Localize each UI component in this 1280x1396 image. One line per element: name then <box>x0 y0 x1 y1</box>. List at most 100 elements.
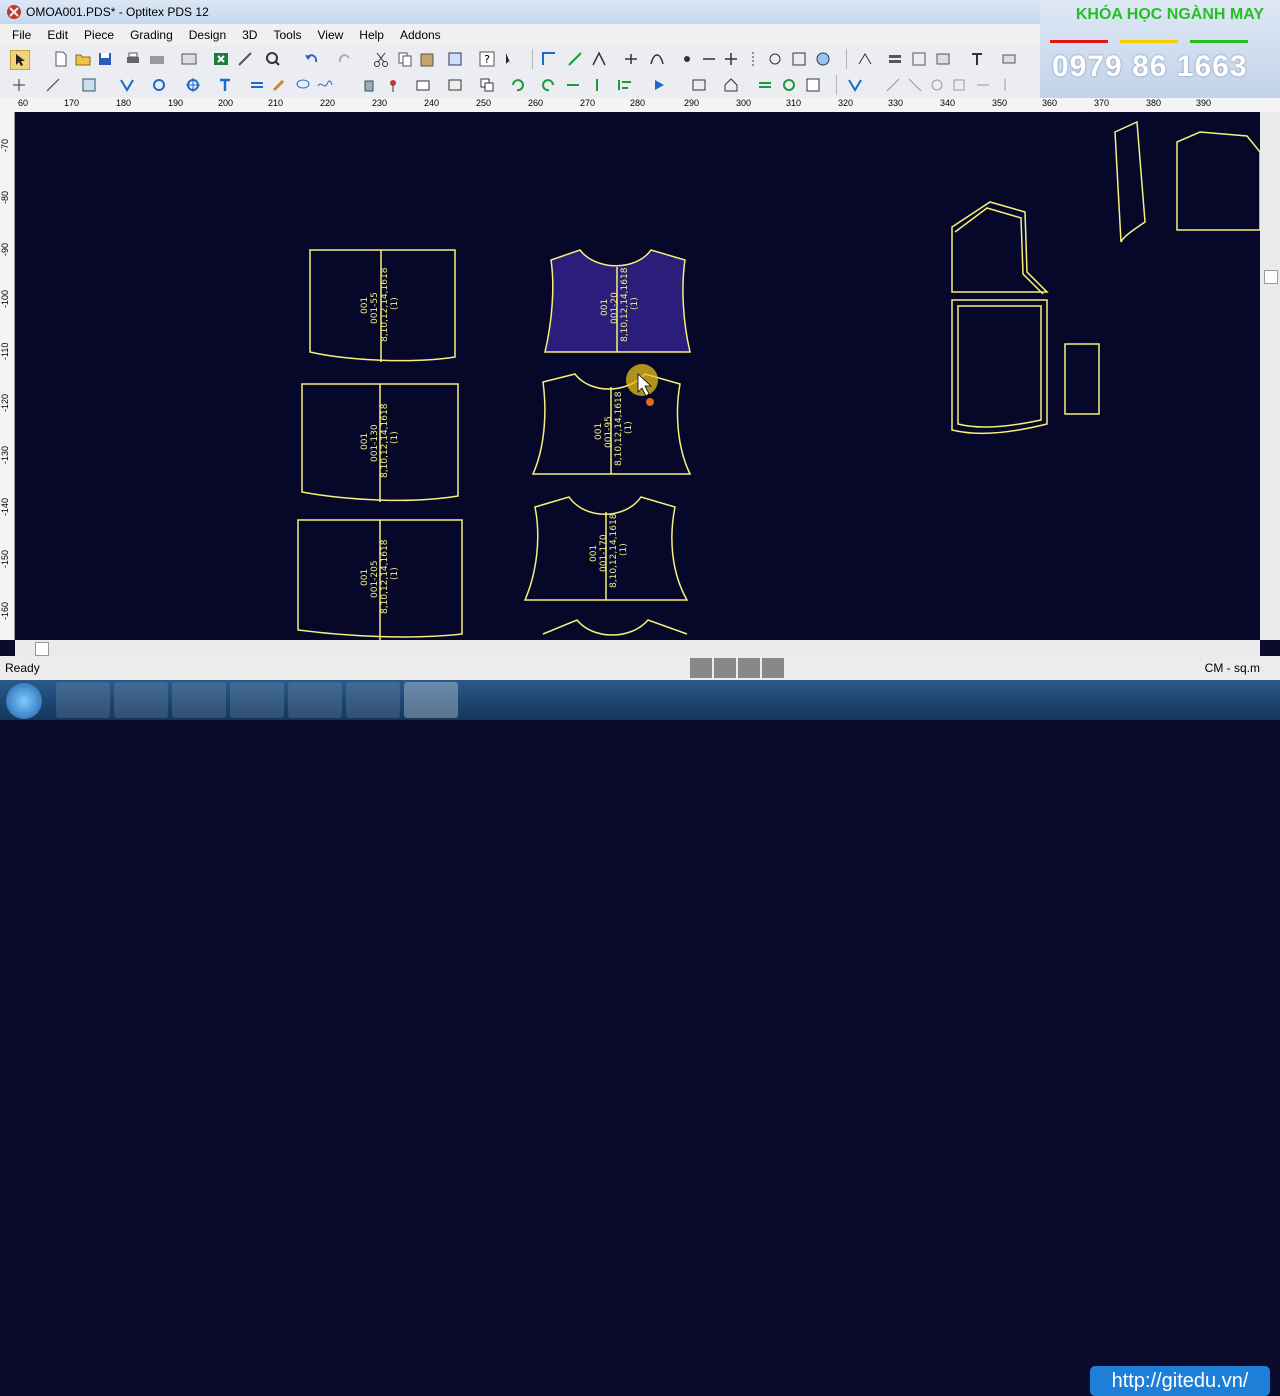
dart-tool-icon[interactable] <box>590 50 608 68</box>
rectangle-tool-icon[interactable] <box>540 50 558 68</box>
menu-help[interactable]: Help <box>351 28 392 42</box>
copy-icon[interactable] <box>396 50 414 68</box>
line-tool-icon[interactable] <box>566 50 584 68</box>
house-icon[interactable] <box>722 76 740 94</box>
grade-tool-5-icon[interactable] <box>974 76 992 94</box>
horizontal-scroll-thumb[interactable] <box>35 642 49 656</box>
piece-tool-icon[interactable] <box>414 76 432 94</box>
target-tool-icon[interactable] <box>184 76 202 94</box>
split-tool-icon[interactable] <box>700 50 718 68</box>
start-button-icon[interactable] <box>6 683 42 719</box>
grade-tool-2-icon[interactable] <box>906 76 924 94</box>
pencil-tool-icon[interactable] <box>270 76 288 94</box>
cut-icon[interactable] <box>372 50 390 68</box>
select-arrow-icon[interactable] <box>10 50 30 70</box>
folder-app-icon[interactable] <box>230 682 284 718</box>
grade-tool-3-icon[interactable] <box>928 76 946 94</box>
undo-icon[interactable] <box>302 50 320 68</box>
add-point-icon[interactable] <box>722 50 740 68</box>
align-icon[interactable] <box>616 76 634 94</box>
marker-icon[interactable] <box>934 50 952 68</box>
circle-tool-icon[interactable] <box>150 76 168 94</box>
flip-h-icon[interactable] <box>564 76 582 94</box>
tool-end-icon[interactable] <box>1000 50 1018 68</box>
swap-tool-icon[interactable] <box>248 76 266 94</box>
chrome-app-icon[interactable] <box>114 682 168 718</box>
plot-icon[interactable] <box>148 50 166 68</box>
open-folder-icon[interactable] <box>74 50 92 68</box>
rotate-icon[interactable] <box>766 50 784 68</box>
nested-pieces-right[interactable] <box>951 120 1260 435</box>
status-mode-icons[interactable] <box>690 658 786 678</box>
rotate-right-icon[interactable] <box>540 76 558 94</box>
text-tool-icon[interactable] <box>216 76 234 94</box>
new-file-icon[interactable] <box>52 50 70 68</box>
export-icon[interactable] <box>804 76 822 94</box>
snap-tool-icon[interactable] <box>44 76 62 94</box>
point-tool-icon[interactable] <box>678 50 696 68</box>
save-icon[interactable] <box>96 50 114 68</box>
duplicate-icon[interactable] <box>478 76 496 94</box>
grid-tool-icon[interactable] <box>80 76 98 94</box>
toolbar-separator <box>836 75 837 95</box>
curve-tool-icon[interactable] <box>648 50 666 68</box>
menu-3d[interactable]: 3D <box>234 28 265 42</box>
refresh-icon[interactable] <box>780 76 798 94</box>
grade-tool-6-icon[interactable] <box>996 76 1014 94</box>
node-tool-icon[interactable] <box>10 76 28 94</box>
tool-t-icon[interactable] <box>968 50 986 68</box>
menu-edit[interactable]: Edit <box>39 28 76 42</box>
play-icon[interactable] <box>650 76 668 94</box>
menu-view[interactable]: View <box>309 28 351 42</box>
redo-icon[interactable] <box>336 50 354 68</box>
menu-tools[interactable]: Tools <box>265 28 309 42</box>
yellow-dash <box>1120 40 1178 43</box>
measure-icon[interactable] <box>236 50 254 68</box>
mirror-icon[interactable] <box>744 50 762 68</box>
frame-icon[interactable] <box>690 76 708 94</box>
layout-icon[interactable] <box>180 50 198 68</box>
flip-v-icon[interactable] <box>588 76 606 94</box>
help-icon[interactable]: ? <box>478 50 496 68</box>
menu-design[interactable]: Design <box>181 28 234 42</box>
menu-piece[interactable]: Piece <box>76 28 122 42</box>
fold-tool-icon[interactable] <box>118 76 136 94</box>
seam-icon[interactable] <box>790 50 808 68</box>
vertical-scroll-thumb[interactable] <box>1264 270 1278 284</box>
pin-icon[interactable] <box>384 76 402 94</box>
explorer-app-icon[interactable] <box>56 682 110 718</box>
menu-addons[interactable]: Addons <box>392 28 449 42</box>
pattern-piece-bodice-4-partial[interactable] <box>542 619 688 636</box>
globe-icon[interactable] <box>814 50 832 68</box>
horizontal-scrollbar[interactable] <box>15 640 1260 656</box>
design-canvas[interactable]: 001 001-55 8,10,12,14,1618 (1) 001 001-1… <box>15 112 1260 640</box>
app-green-icon[interactable] <box>172 682 226 718</box>
print-icon[interactable] <box>124 50 142 68</box>
nest-icon[interactable] <box>910 50 928 68</box>
pattern-tool-icon[interactable] <box>446 76 464 94</box>
pattern-drawing[interactable]: 001 001-55 8,10,12,14,1618 (1) 001 001-1… <box>15 112 1260 640</box>
grade-tool-1-icon[interactable] <box>884 76 902 94</box>
paste-icon[interactable] <box>418 50 436 68</box>
zoom-icon[interactable] <box>264 50 282 68</box>
stack-icon[interactable] <box>886 50 904 68</box>
grade-nest-icon[interactable] <box>846 76 864 94</box>
context-help-icon[interactable] <box>502 50 520 68</box>
notch-tool-icon[interactable] <box>622 50 640 68</box>
rotate-left-icon[interactable] <box>508 76 526 94</box>
menu-file[interactable]: File <box>0 28 39 42</box>
vertical-scrollbar[interactable] <box>1260 112 1280 640</box>
app-blue-icon[interactable] <box>288 682 342 718</box>
delete-icon[interactable] <box>360 76 378 94</box>
grade-tool-4-icon[interactable] <box>950 76 968 94</box>
swap-pieces-icon[interactable] <box>756 76 774 94</box>
optitex-taskbar-icon[interactable] <box>404 682 458 718</box>
word-app-icon[interactable] <box>346 682 400 718</box>
grade-icon[interactable] <box>856 50 874 68</box>
lasso-tool-icon[interactable] <box>294 76 312 94</box>
excel-icon[interactable] <box>212 50 230 68</box>
menu-grading[interactable]: Grading <box>122 28 181 42</box>
piece-label-rect-3-qty: (1) <box>390 567 400 580</box>
wave-tool-icon[interactable] <box>316 76 334 94</box>
piece-properties-icon[interactable] <box>446 50 464 68</box>
